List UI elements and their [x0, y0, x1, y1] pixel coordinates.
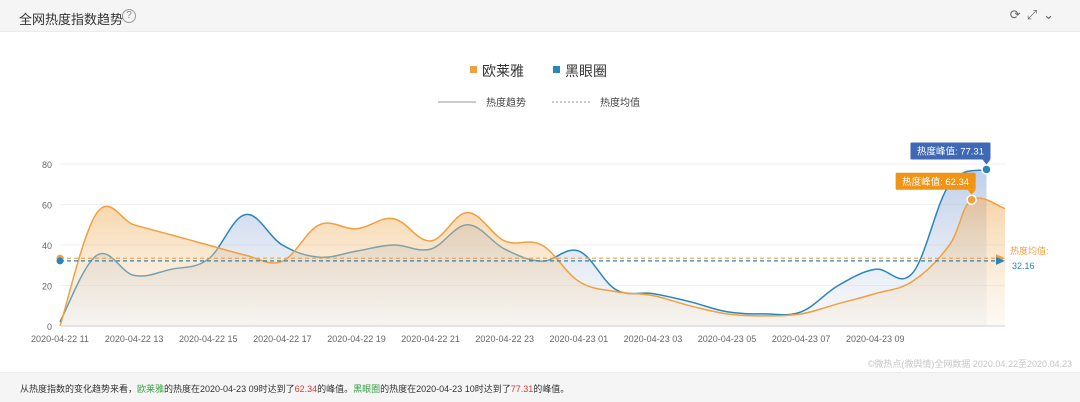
x-tick-label: 2020-04-22 19: [327, 334, 386, 344]
peak-value-1: 62.34: [294, 384, 318, 394]
y-tick-label: 0: [47, 322, 52, 332]
peak-marker-1: [966, 194, 977, 206]
x-tick-label: 2020-04-23 05: [698, 334, 757, 344]
legend-style-label-1: 热度趋势: [486, 96, 526, 109]
summary-mid-3: 的热度在2020-04-23 10时达到了: [380, 384, 511, 394]
panel-title: 全网热度指数趋势: [19, 12, 124, 27]
mean-label-2: 32.16: [1012, 261, 1035, 271]
series-area-1: [60, 198, 1005, 326]
x-tick-label: 2020-04-23 01: [550, 334, 609, 344]
x-tick-label: 2020-04-23 07: [772, 334, 831, 344]
summary-bar: 从热度指数的变化趋势来看，欧莱雅的热度在2020-04-23 09时达到了62.…: [0, 372, 1080, 402]
summary-prefix: 从热度指数的变化趋势来看，: [20, 384, 138, 394]
brand-name-1: 欧莱雅: [137, 384, 165, 394]
x-tick-label: 2020-04-22 17: [253, 334, 312, 344]
refresh-icon[interactable]: ⟳: [1010, 7, 1027, 23]
data-source-credit: ©微热点(微舆情)全网数据 2020.04.22至2020.04.23: [867, 359, 1072, 369]
series-areas: [59, 168, 1006, 327]
x-tick-label: 2020-04-22 23: [475, 334, 534, 344]
toolbar: ⟳⤢⌄: [1010, 7, 1060, 23]
trend-chart: 欧莱雅 黑眼圈热度趋势 热度均值 热度均值: 32.16 0 20 40 60 80 2020-…: [31, 63, 1049, 344]
brand-name-2: 黑眼圈: [353, 384, 381, 394]
expand-icon[interactable]: ⤢: [1027, 7, 1043, 23]
peak-callout-label-1: 热度峰值: 62.34: [902, 176, 969, 188]
y-tick-label: 40: [42, 241, 52, 251]
legend: 欧莱雅 黑眼圈热度趋势 热度均值: [438, 63, 640, 109]
y-tick-label: 20: [42, 282, 52, 292]
help-icon[interactable]: ?: [122, 9, 136, 23]
x-tick-label: 2020-04-22 13: [105, 334, 164, 344]
peak-callout-label-2: 热度峰值: 77.31: [917, 145, 984, 157]
summary-mid-2: 的峰值。: [317, 384, 354, 394]
summary-mid-1: 的热度在2020-04-23 09时达到了: [164, 384, 295, 394]
summary-text: 从热度指数的变化趋势来看，欧莱雅的热度在2020-04-23 09时达到了62.…: [20, 382, 569, 395]
y-tick-label: 60: [42, 201, 52, 211]
legend-label-1: 欧莱雅: [482, 63, 524, 79]
chevron-down-icon[interactable]: ⌄: [1043, 7, 1060, 23]
summary-end: 的峰值。: [533, 384, 570, 394]
y-tick-label: 80: [42, 160, 52, 170]
legend-style-label-2: 热度均值: [600, 96, 640, 109]
legend-swatch-1: [470, 66, 477, 73]
x-tick-label: 2020-04-22 15: [179, 334, 238, 344]
x-tick-label: 2020-04-22 11: [31, 334, 89, 344]
mean-label-1: 热度均值:: [1010, 245, 1049, 256]
legend-label-2: 黑眼圈: [565, 63, 607, 79]
x-tick-label: 2020-04-23 09: [846, 334, 905, 344]
x-tick-label: 2020-04-22 21: [401, 334, 460, 344]
panel-header: 全网热度指数趋势 ? ⟳⤢⌄: [0, 0, 1080, 32]
mean-dot-2: [56, 257, 64, 265]
peak-value-2: 77.31: [510, 384, 534, 394]
x-tick-label: 2020-04-23 03: [624, 334, 683, 344]
peak-marker-2: [981, 164, 992, 175]
legend-swatch-2: [553, 66, 560, 73]
